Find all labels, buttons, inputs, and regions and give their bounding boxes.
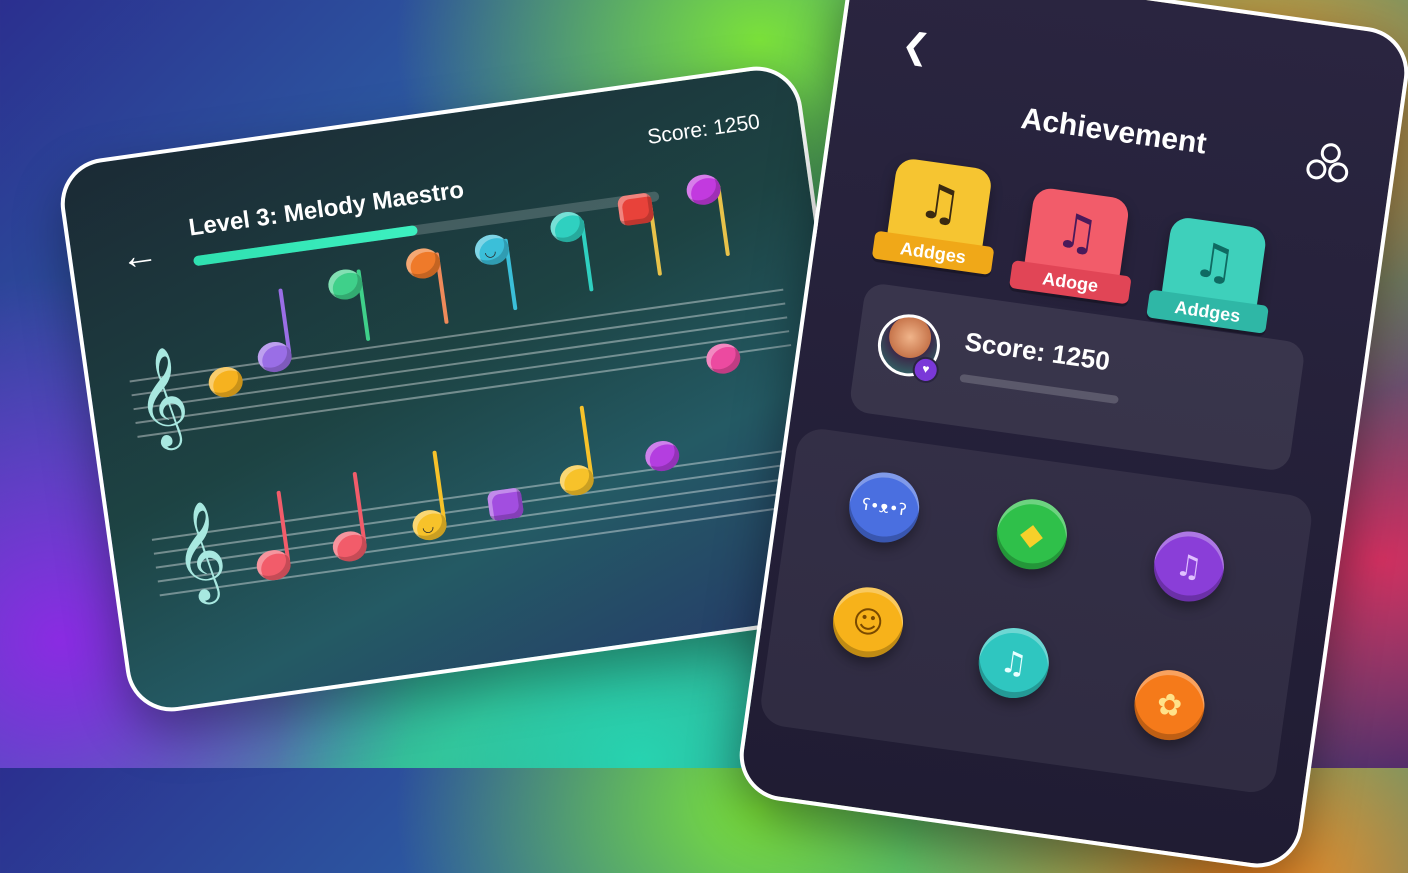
note-purple-double[interactable] [246, 267, 319, 375]
back-arrow-icon[interactable]: ← [118, 232, 163, 279]
share-circles-icon[interactable] [1305, 140, 1350, 185]
chevron-left-icon[interactable]: ❮ [899, 25, 933, 69]
note-purple-cup[interactable] [477, 414, 550, 522]
game-card: ← Level 3: Melody Maestro Score: 1250 𝄞 … [54, 60, 874, 718]
teal-music-coin[interactable]: ♫ [974, 623, 1054, 703]
purple-bear-coin[interactable]: ʕ•ᴥ•ʔ [844, 467, 924, 548]
note-green[interactable] [325, 254, 398, 361]
yellow-smile-coin[interactable]: ☺ [828, 582, 908, 662]
note-yellow-face[interactable] [548, 390, 621, 498]
note-pink-cupcake[interactable] [684, 169, 758, 276]
note-red-angry[interactable] [321, 456, 394, 564]
orange-flame-coin[interactable]: ✿ [1129, 665, 1209, 745]
music-note-icon: ♫ [914, 172, 966, 235]
note-blue-smile[interactable]: ◡ [472, 223, 545, 330]
badge-label: Adoge [1008, 259, 1132, 305]
badge-red[interactable]: ♫ Adoge [1008, 186, 1132, 305]
green-smile-coin[interactable]: ◆ [992, 494, 1072, 574]
achievement-panel: ❮ Achievement ♫ Addges ♫ Adoge ♫ Addges … [733, 0, 1408, 873]
badge-label: Addges [871, 230, 995, 276]
treble-clef-icon: 𝄞 [167, 498, 232, 605]
note-teal[interactable] [548, 204, 621, 311]
reward-coin-tray: ʕ•ᴥ•ʔ ◆ ♫ ☺ ♫ ✿ [757, 425, 1315, 796]
badge-gold[interactable]: ♫ Addges [871, 157, 995, 276]
score-progress-bar [959, 373, 1119, 405]
treble-clef-icon: 𝄞 [129, 344, 194, 451]
note-orange-bug[interactable] [403, 237, 476, 344]
score-display: Score: 1250 [645, 110, 762, 149]
note-red-face[interactable] [245, 475, 318, 583]
badge-teal[interactable]: ♫ Addges [1146, 215, 1269, 334]
note-yellow-smile[interactable]: ◡ [401, 435, 474, 543]
music-note-icon: ♫ [1189, 231, 1240, 293]
music-note-icon: ♫ [1052, 201, 1103, 264]
violet-music-coin[interactable]: ♫ [1149, 526, 1229, 607]
score-label: Score: 1250 [962, 326, 1112, 377]
note-red-cup[interactable] [616, 189, 690, 296]
note-purple-cupcake[interactable] [634, 366, 707, 474]
